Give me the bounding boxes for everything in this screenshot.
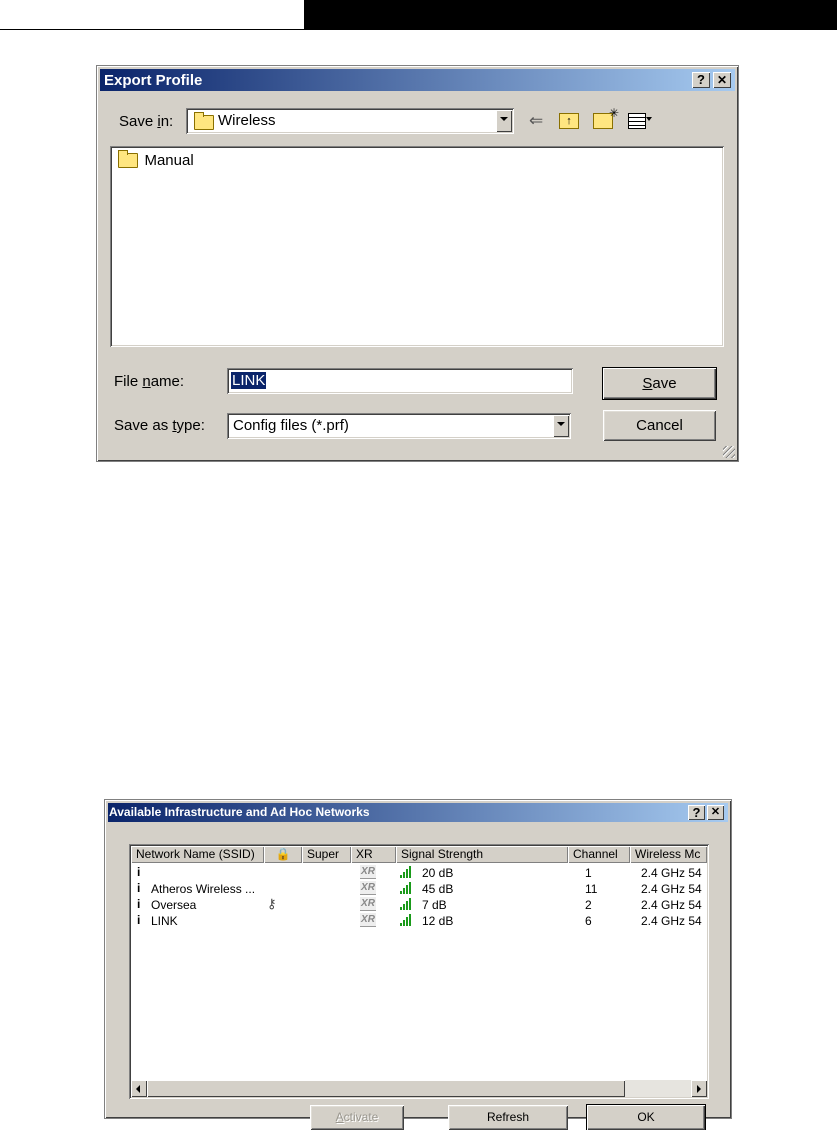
table-row[interactable]: i Atheros Wireless ... XR 45 dB 11 2.4 G… [131,880,707,896]
channel-cell: 2 [585,898,592,912]
signal-bars-icon [400,882,416,894]
page-header-rule [0,29,837,30]
left-arrow-icon [136,1085,140,1093]
up-folder-icon[interactable]: ↑ [559,113,579,129]
networks-dialog-title: Available Infrastructure and Ad Hoc Netw… [109,805,370,819]
scroll-thumb[interactable] [147,1080,625,1097]
save-as-type-value: Config files (*.prf) [233,417,349,434]
view-menu-arrow-icon[interactable] [646,117,652,121]
horizontal-scrollbar[interactable] [131,1080,707,1097]
column-wireless-mode[interactable]: Wireless Mc [630,846,707,863]
scroll-right-button[interactable] [691,1080,707,1097]
available-networks-dialog: Available Infrastructure and Ad Hoc Netw… [104,799,732,1130]
list-item[interactable]: Manual [118,150,194,170]
save-in-dropdown[interactable]: Wireless [186,108,514,134]
signal-cell: 20 dB [422,866,454,880]
cancel-button[interactable]: Cancel [603,410,716,441]
signal-bars-icon [400,898,416,910]
station-icon: i [137,865,141,879]
save-button[interactable]: Save [603,368,716,399]
close-button[interactable]: ✕ [707,805,724,820]
ssid-cell: Atheros Wireless ... [151,882,256,896]
scroll-left-button[interactable] [131,1080,147,1097]
file-name-value: LINK [231,372,267,389]
xr-icon: XR [360,881,376,895]
xr-icon: XR [360,865,376,879]
column-channel[interactable]: Channel [568,846,630,863]
save-in-label: Save in: [119,113,174,130]
export-profile-dialog: Export Profile ? ✕ Save in: Wireless ⇐ ↑… [96,65,739,462]
signal-bars-icon [400,914,416,926]
table-row[interactable]: i LINK XR 12 dB 6 2.4 GHz 54 [131,912,707,928]
column-xr[interactable]: XR [351,846,396,863]
mode-cell: 2.4 GHz 54 [641,914,702,928]
mode-cell: 2.4 GHz 54 [641,882,702,896]
back-arrow-icon[interactable]: ⇐ [529,111,543,131]
channel-cell: 6 [585,914,592,928]
ssid-cell: LINK [151,914,178,928]
station-icon: i [137,897,141,911]
networks-list[interactable]: Network Name (SSID) 🔒 Super XR Signal St… [129,844,709,1099]
refresh-button[interactable]: Refresh [448,1105,568,1130]
channel-cell: 1 [585,866,592,880]
station-icon: i [137,913,141,927]
signal-cell: 7 dB [422,898,447,912]
file-name-label: File name: [114,373,185,390]
column-headers: Network Name (SSID) 🔒 Super XR Signal St… [131,846,707,863]
column-super[interactable]: Super [302,846,351,863]
xr-icon: XR [360,913,376,927]
export-dialog-title: Export Profile [104,72,203,89]
save-as-type-dropdown[interactable]: Config files (*.prf) [227,413,571,439]
file-name: Manual [144,152,194,170]
ssid-cell: Oversea [151,898,197,912]
column-network-name[interactable]: Network Name (SSID) [131,846,264,863]
xr-icon: XR [360,897,376,911]
folder-icon [194,112,214,130]
column-security[interactable]: 🔒 [264,846,302,863]
networks-title-bar[interactable]: Available Infrastructure and Ad Hoc Netw… [108,803,728,822]
table-row[interactable]: i Oversea ⚷ XR 7 dB 2 2.4 GHz 54 [131,896,707,912]
folder-icon [118,150,138,169]
mode-cell: 2.4 GHz 54 [641,898,702,912]
signal-cell: 12 dB [422,914,454,928]
close-button[interactable]: ✕ [713,72,731,88]
resize-grip-icon[interactable] [723,446,735,458]
new-folder-spark-icon: ✳ [609,106,620,120]
save-as-type-label: Save as type: [114,417,205,434]
signal-bars-icon [400,866,416,878]
signal-cell: 45 dB [422,882,454,896]
right-arrow-icon [697,1085,701,1093]
save-in-dropdown-arrow[interactable] [496,110,512,132]
save-as-type-dropdown-arrow[interactable] [553,415,569,437]
key-icon: ⚷ [267,896,277,911]
help-button[interactable]: ? [688,805,705,820]
help-button[interactable]: ? [692,72,710,88]
file-list[interactable]: Manual [110,146,724,347]
table-row[interactable]: i XR 20 dB 1 2.4 GHz 54 [131,864,707,880]
export-title-bar[interactable]: Export Profile ? ✕ [100,69,735,91]
view-menu-icon[interactable] [628,113,646,129]
activate-button[interactable]: Activate [310,1105,404,1130]
page-header-bar [304,0,837,30]
station-icon: i [137,881,141,895]
padlock-icon: 🔒 [275,847,291,861]
ok-button[interactable]: OK [587,1105,705,1130]
mode-cell: 2.4 GHz 54 [641,866,702,880]
channel-cell: 11 [585,882,598,896]
file-name-input[interactable]: LINK [227,368,573,394]
save-in-value: Wireless [218,112,276,129]
column-signal-strength[interactable]: Signal Strength [396,846,568,863]
